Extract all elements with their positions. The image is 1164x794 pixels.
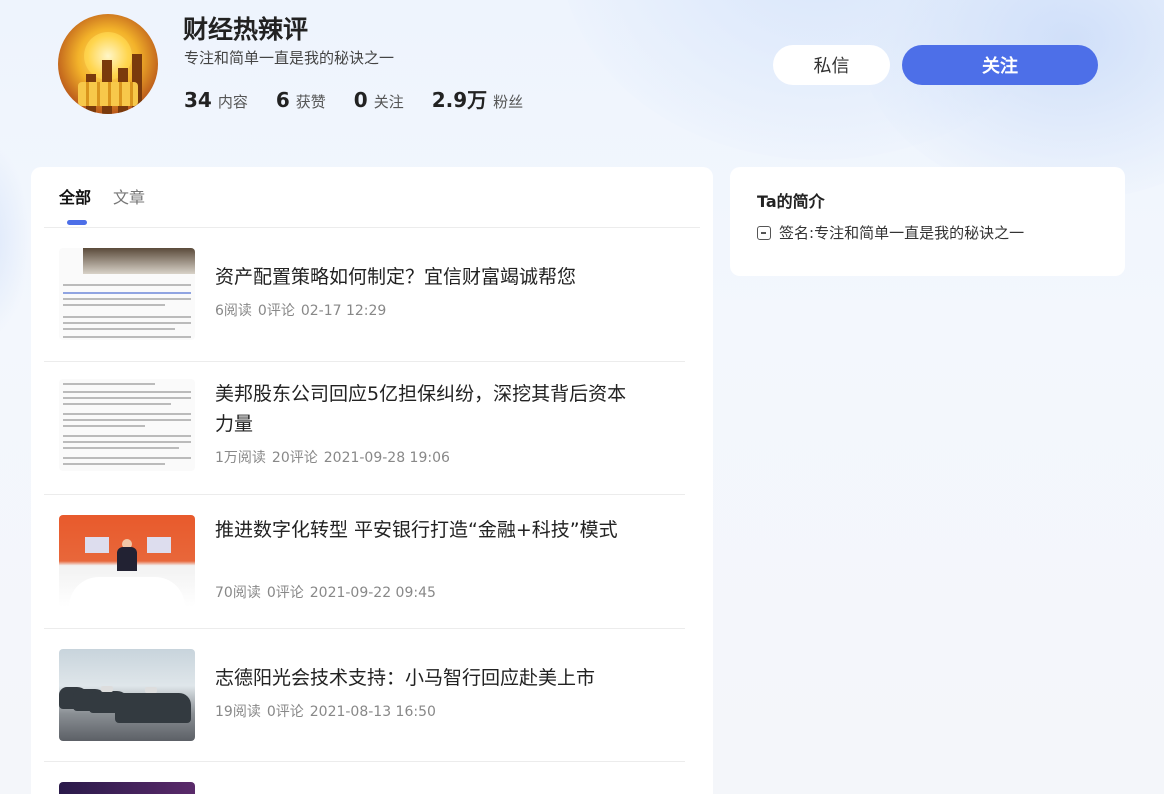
- signature-icon: [757, 226, 771, 240]
- tab-label: 全部: [59, 188, 92, 207]
- list-item[interactable]: 美邦股东公司回应5亿担保纠纷，深挖其背后资本力量 1万阅读 20评论 2021-09…: [44, 379, 686, 471]
- signature-label: 签名:: [779, 224, 815, 242]
- article-reads: 1万阅读: [215, 450, 266, 466]
- article-comments: 0评论: [266, 585, 304, 601]
- tab-label: 文章: [113, 188, 146, 207]
- article-title[interactable]: 美邦股东公司回应5亿担保纠纷，深挖其背后资本力量: [215, 379, 635, 439]
- list-item[interactable]: 推进数字化转型 平安银行打造“金融+科技”模式 70阅读 0评论 2021-09-2…: [44, 515, 686, 607]
- article-comments: 0评论: [257, 303, 295, 319]
- article-thumbnail[interactable]: [59, 515, 195, 607]
- article-time: 2021-08-13 16:50: [309, 704, 436, 720]
- stat-likes: 6 获赞: [276, 88, 326, 112]
- signature-value: 专注和简单一直是我的秘诀之一: [814, 224, 1025, 242]
- stat-fans[interactable]: 2.9万 粉丝: [432, 84, 523, 113]
- tab-all[interactable]: 全部: [59, 187, 92, 225]
- list-divider: [44, 628, 685, 629]
- active-tab-indicator: [67, 220, 87, 225]
- list-item[interactable]: 资产配置策略如何制定？宜信财富竭诚帮您 6阅读 0评论 02-17 12:29: [44, 248, 686, 340]
- profile-name: 财经热辣评: [183, 15, 309, 44]
- profile-signature: 专注和简单一直是我的秘诀之一: [184, 49, 395, 67]
- article-thumbnail[interactable]: [59, 248, 195, 340]
- avatar[interactable]: [58, 14, 158, 114]
- follow-button[interactable]: 关注: [902, 45, 1098, 85]
- article-meta: 19阅读 0评论 2021-08-13 16:50: [215, 703, 442, 721]
- article-thumbnail[interactable]: [59, 649, 195, 741]
- list-item[interactable]: [44, 782, 686, 794]
- content-card: 全部 文章 资产配置策略如何制定？宜信财富竭诚帮您 6阅读 0评论 02-17 12…: [31, 167, 713, 794]
- stat-label: 获赞: [295, 93, 326, 111]
- stat-value: 6: [275, 88, 290, 112]
- intro-card: Ta的简介 签名: 专注和简单一直是我的秘诀之一: [730, 167, 1125, 276]
- stat-value: 2.9万: [431, 88, 488, 112]
- article-reads: 70阅读: [215, 585, 261, 601]
- list-divider: [44, 761, 685, 762]
- article-meta: 1万阅读 20评论 2021-09-28 19:06: [215, 449, 456, 467]
- article-meta: 6阅读 0评论 02-17 12:29: [215, 302, 392, 320]
- content-tabs: 全部 文章: [59, 187, 167, 225]
- stat-label: 关注: [373, 93, 404, 111]
- article-comments: 0评论: [266, 704, 304, 720]
- article-reads: 19阅读: [215, 704, 261, 720]
- stat-value: 0: [353, 88, 368, 112]
- article-title[interactable]: 志德阳光会技术支持：小马智行回应赴美上市: [215, 663, 635, 693]
- article-time: 02-17 12:29: [300, 303, 387, 319]
- article-comments: 20评论: [271, 450, 318, 466]
- intro-signature-row: 签名: 专注和简单一直是我的秘诀之一: [757, 223, 1024, 243]
- list-divider: [44, 494, 685, 495]
- article-meta: 70阅读 0评论 2021-09-22 09:45: [215, 584, 442, 602]
- list-divider: [44, 361, 685, 362]
- tabs-divider: [44, 227, 700, 228]
- intro-heading: Ta的简介: [757, 192, 825, 211]
- article-time: 2021-09-22 09:45: [309, 585, 436, 601]
- stat-label: 内容: [217, 93, 248, 111]
- article-thumbnail[interactable]: [59, 379, 195, 471]
- article-thumbnail[interactable]: [59, 782, 195, 794]
- stat-content[interactable]: 34 内容: [184, 88, 248, 112]
- profile-stats: 34 内容 6 获赞 0 关注 2.9万 粉丝: [184, 84, 551, 114]
- stat-label: 粉丝: [493, 93, 524, 111]
- article-time: 2021-09-28 19:06: [323, 450, 450, 466]
- tab-articles[interactable]: 文章: [113, 187, 145, 209]
- stat-following[interactable]: 0 关注: [354, 88, 404, 112]
- list-item[interactable]: 志德阳光会技术支持：小马智行回应赴美上市 19阅读 0评论 2021-08-13 1…: [44, 649, 686, 741]
- stat-value: 34: [184, 88, 212, 112]
- article-reads: 6阅读: [215, 303, 252, 319]
- message-button[interactable]: 私信: [773, 45, 890, 85]
- article-title[interactable]: 资产配置策略如何制定？宜信财富竭诚帮您: [215, 262, 635, 292]
- article-title[interactable]: 推进数字化转型 平安银行打造“金融+科技”模式: [215, 515, 635, 545]
